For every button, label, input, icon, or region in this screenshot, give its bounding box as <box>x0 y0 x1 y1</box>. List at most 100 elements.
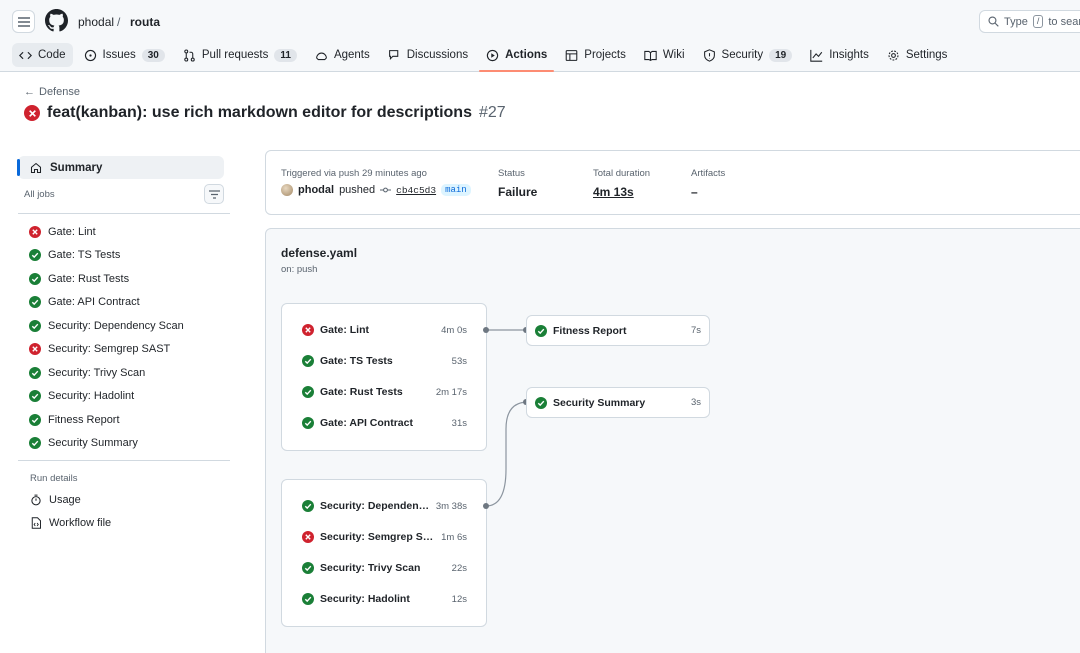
job-name: Security: Trivy Scan <box>320 562 421 574</box>
breadcrumb-separator: / <box>117 15 121 29</box>
tab-discussions[interactable]: Discussions <box>381 43 475 67</box>
job-duration: 3s <box>690 397 701 408</box>
check-circle-fill-icon <box>29 296 41 309</box>
check-circle-fill-icon <box>302 355 314 367</box>
tab-projects[interactable]: Projects <box>558 43 633 67</box>
sidebar-job-item[interactable]: Fitness Report <box>29 408 184 432</box>
sidebar-job-label: Gate: API Contract <box>48 296 140 309</box>
sidebar-job-label: Security: Trivy Scan <box>48 366 146 379</box>
filter-jobs-button[interactable] <box>204 184 224 204</box>
job-node[interactable]: Gate: Lint 4m 0s <box>302 324 467 336</box>
sidebar-item-usage[interactable]: Usage <box>30 494 81 506</box>
back-to-workflow-link[interactable]: ← Defense <box>24 86 80 98</box>
sidebar-job-label: Security: Dependency Scan <box>48 319 184 332</box>
sidebar-job-item[interactable]: Security: Trivy Scan <box>29 361 184 385</box>
menu-button[interactable] <box>12 10 35 33</box>
tab-pull-requests[interactable]: Pull requests 11 <box>176 43 304 67</box>
sidebar-divider <box>18 460 230 461</box>
duration-link[interactable]: 4m 13s <box>593 185 634 199</box>
avatar[interactable] <box>281 184 293 196</box>
issue-icon <box>84 49 96 61</box>
repo-nav: Code Issues 30 Pull requests 11 Agents D… <box>12 42 958 72</box>
branch-badge[interactable]: main <box>441 184 471 196</box>
git-commit-icon <box>380 187 392 193</box>
gear-icon <box>888 50 899 60</box>
github-logo-icon[interactable] <box>45 9 68 32</box>
pull-request-icon <box>184 48 195 62</box>
check-circle-fill-icon <box>302 593 314 605</box>
status-label: Status <box>498 168 525 179</box>
check-circle-fill-icon <box>302 562 314 574</box>
arrow-left-icon: ← <box>24 86 35 98</box>
job-name: Security Summary <box>553 396 646 409</box>
sidebar-job-item[interactable]: Gate: API Contract <box>29 291 184 315</box>
repo-name-link[interactable]: routa <box>130 15 160 29</box>
home-icon <box>30 162 42 173</box>
security-job-group: Security: Dependency ... 3m 38s Security: … <box>281 479 487 627</box>
job-node[interactable]: Gate: TS Tests 53s <box>302 355 467 367</box>
repo-owner-link[interactable]: phodal <box>78 15 114 29</box>
search-prefix: Type <box>1004 15 1028 28</box>
sidebar-job-label: Gate: Lint <box>48 225 96 238</box>
sidebar-job-item[interactable]: Gate: TS Tests <box>29 244 184 268</box>
repo-header: phodal / routa Type / to search Code Iss… <box>0 0 1080 72</box>
sidebar-job-label: Security: Semgrep SAST <box>48 343 171 356</box>
gate-job-group: Gate: Lint 4m 0s Gate: TS Tests 53s Gate: Ru… <box>281 303 487 451</box>
sidebar-item-label: Summary <box>50 161 103 174</box>
job-node[interactable]: Security: Hadolint 12s <box>302 593 467 605</box>
job-node[interactable]: Security: Trivy Scan 22s <box>302 562 467 574</box>
run-title-text: feat(kanban): use rich markdown editor f… <box>47 104 472 121</box>
filter-icon <box>208 189 220 199</box>
job-name: Gate: TS Tests <box>320 355 393 367</box>
check-circle-fill-icon <box>29 437 41 450</box>
search-suffix: to search <box>1048 15 1080 28</box>
x-circle-fill-icon <box>302 531 314 543</box>
graph-connector-dot <box>483 503 489 509</box>
sidebar-job-item[interactable]: Gate: Lint <box>29 220 184 244</box>
x-circle-fill-icon <box>24 105 40 121</box>
check-circle-fill-icon <box>302 417 314 429</box>
job-node[interactable]: Gate: Rust Tests 2m 17s <box>302 386 467 398</box>
tab-agents[interactable]: Agents <box>308 43 377 67</box>
tab-issues[interactable]: Issues 30 <box>77 43 172 67</box>
tab-label: Projects <box>584 49 626 61</box>
job-node[interactable]: Security: Dependency ... 3m 38s <box>302 500 467 512</box>
sidebar-item-summary[interactable]: Summary <box>17 156 224 179</box>
search-input[interactable]: Type / to search <box>979 10 1080 33</box>
job-node[interactable]: Gate: API Contract 31s <box>302 417 467 429</box>
search-shortcut-key: / <box>1032 15 1044 28</box>
duration-label: Total duration <box>593 168 651 179</box>
check-circle-fill-icon <box>29 319 41 332</box>
sidebar-item-label: Workflow file <box>49 517 112 529</box>
actor-link[interactable]: phodal <box>298 184 334 196</box>
search-icon <box>988 16 999 27</box>
tab-actions[interactable]: Actions <box>479 43 555 72</box>
commit-sha-link[interactable]: cb4c5d3 <box>396 185 436 196</box>
sidebar-item-workflow-file[interactable]: Workflow file <box>30 517 111 529</box>
tab-insights[interactable]: Insights <box>803 43 876 67</box>
graph-icon <box>810 49 823 62</box>
tab-label: Pull requests <box>201 49 269 61</box>
tab-wiki[interactable]: Wiki <box>637 43 692 67</box>
tab-code[interactable]: Code <box>12 43 73 67</box>
tab-label: Actions <box>505 49 548 61</box>
job-duration: 31s <box>451 417 467 429</box>
job-node-fitness-report[interactable]: Fitness Report 7s <box>526 315 710 346</box>
job-node-security-summary[interactable]: Security Summary 3s <box>526 387 710 418</box>
sidebar-job-item[interactable]: Gate: Rust Tests <box>29 267 184 291</box>
tab-security[interactable]: Security 19 <box>696 43 800 67</box>
check-circle-fill-icon <box>29 249 41 262</box>
check-circle-fill-icon <box>29 390 41 403</box>
job-duration: 3m 38s <box>435 500 467 512</box>
tab-settings[interactable]: Settings <box>880 43 955 67</box>
tab-label: Agents <box>333 49 370 61</box>
sidebar-job-item[interactable]: Security: Hadolint <box>29 385 184 409</box>
code-icon <box>19 51 32 59</box>
tab-label: Settings <box>905 49 948 61</box>
sidebar-job-item[interactable]: Security: Dependency Scan <box>29 314 184 338</box>
table-icon <box>565 49 578 61</box>
job-node[interactable]: Security: Semgrep SAST 1m 6s <box>302 531 467 543</box>
sidebar-job-item[interactable]: Security Summary <box>29 432 184 456</box>
sidebar-job-item[interactable]: Security: Semgrep SAST <box>29 338 184 362</box>
tab-label: Issues <box>102 49 136 61</box>
